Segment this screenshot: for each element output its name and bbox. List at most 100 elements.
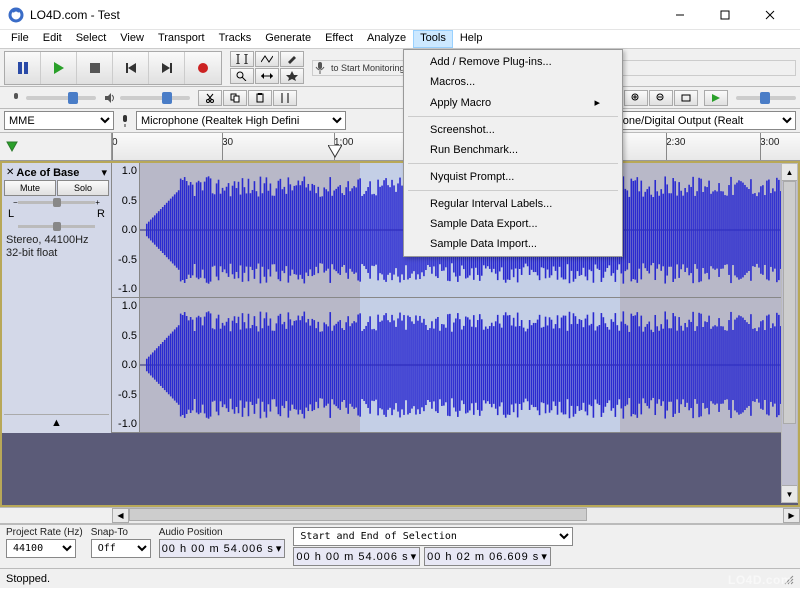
menu-effect[interactable]: Effect — [318, 30, 360, 48]
playhead-icon[interactable] — [328, 145, 342, 159]
draw-tool[interactable] — [280, 51, 304, 67]
mixer-toolbar — [0, 87, 800, 109]
copy-button[interactable] — [223, 90, 247, 106]
menu-view[interactable]: View — [113, 30, 151, 48]
selection-mode-select[interactable]: Start and End of Selection — [293, 527, 573, 546]
scroll-left-button[interactable]: ◀ — [112, 508, 129, 523]
empty-track-area[interactable] — [2, 433, 798, 505]
status-text: Stopped. — [6, 573, 50, 585]
editing-tools — [230, 51, 304, 84]
menu-help[interactable]: Help — [453, 30, 490, 48]
vertical-scrollbar[interactable]: ▲ ▼ — [781, 163, 798, 503]
menu-sample-data-import[interactable]: Sample Data Import... — [406, 234, 620, 254]
scroll-down-button[interactable]: ▼ — [782, 485, 797, 502]
audio-host-select[interactable]: MME — [4, 111, 114, 130]
record-volume[interactable] — [10, 92, 96, 104]
paste-button[interactable] — [248, 90, 272, 106]
audio-position-label: Audio Position — [159, 527, 286, 538]
waveform-right[interactable]: 1.00.50.0-0.5-1.0 — [112, 298, 798, 433]
mute-button[interactable]: Mute — [4, 180, 56, 196]
menu-tracks[interactable]: Tracks — [212, 30, 259, 48]
menu-nyquist-prompt[interactable]: Nyquist Prompt... — [406, 167, 620, 187]
menu-screenshot[interactable]: Screenshot... — [406, 120, 620, 140]
audio-position-field[interactable]: 00 h 00 m 54.006 s▾ — [159, 539, 286, 558]
project-rate-label: Project Rate (Hz) — [6, 527, 83, 538]
transport-toolbar: to Start Monitoring -18 -12 -6 0 — [0, 49, 800, 87]
gain-slider[interactable]: −+ — [4, 196, 109, 208]
zoom-out-button[interactable] — [649, 90, 673, 106]
menu-macros[interactable]: Macros... — [406, 72, 620, 92]
track-name[interactable]: Ace of Base — [16, 167, 99, 179]
track-format-label: Stereo, 44100Hz 32-bit float — [4, 232, 109, 262]
pan-l-label: L — [8, 208, 14, 220]
close-button[interactable] — [747, 0, 792, 30]
snap-to-label: Snap-To — [91, 527, 151, 538]
menu-apply-macro[interactable]: Apply Macro▸ — [406, 92, 620, 113]
play-at-speed-button[interactable] — [704, 90, 728, 106]
transport-controls — [4, 51, 222, 85]
waveform-icon — [140, 298, 798, 432]
project-rate-select[interactable]: 44100 — [6, 539, 76, 558]
input-device-select[interactable]: Microphone (Realtek High Defini — [136, 111, 346, 130]
track-close-button[interactable]: ✕ — [6, 167, 14, 178]
scroll-up-button[interactable]: ▲ — [782, 164, 797, 181]
chevron-right-icon: ▸ — [594, 96, 600, 109]
menu-file[interactable]: File — [4, 30, 36, 48]
track-menu-icon[interactable]: ▾ — [101, 166, 107, 179]
skip-start-button[interactable] — [113, 52, 149, 84]
snap-to-select[interactable]: Off — [91, 539, 151, 558]
solo-button[interactable]: Solo — [57, 180, 109, 196]
menu-regular-interval-labels[interactable]: Regular Interval Labels... — [406, 194, 620, 214]
menu-edit[interactable]: Edit — [36, 30, 69, 48]
minimize-button[interactable] — [657, 0, 702, 30]
track-collapse-button[interactable]: ▲ — [4, 414, 109, 431]
maximize-button[interactable] — [702, 0, 747, 30]
timeline-pin[interactable] — [0, 133, 112, 160]
trim-button[interactable] — [273, 90, 297, 106]
zoom-in-button[interactable] — [624, 90, 648, 106]
speaker-icon — [104, 92, 116, 104]
envelope-tool[interactable] — [255, 51, 279, 67]
vscroll-thumb[interactable] — [783, 181, 796, 424]
playback-volume[interactable] — [104, 92, 190, 104]
record-button[interactable] — [185, 52, 221, 84]
menu-separator — [408, 116, 618, 117]
play-speed-slider[interactable] — [736, 96, 796, 100]
statusbar: Stopped. — [0, 568, 800, 588]
selection-end-field[interactable]: 00 h 02 m 06.609 s▾ — [424, 547, 551, 566]
menu-analyze[interactable]: Analyze — [360, 30, 413, 48]
menu-generate[interactable]: Generate — [258, 30, 318, 48]
scroll-right-button[interactable]: ▶ — [783, 508, 800, 523]
pause-button[interactable] — [5, 52, 41, 84]
zoom-tool[interactable] — [230, 68, 254, 84]
titlebar: LO4D.com - Test — [0, 0, 800, 30]
play-button[interactable] — [41, 52, 77, 84]
selection-tool[interactable] — [230, 51, 254, 67]
window-title: LO4D.com - Test — [30, 8, 657, 22]
pan-slider[interactable] — [4, 220, 109, 232]
stop-button[interactable] — [77, 52, 113, 84]
menu-add-remove-plugins[interactable]: Add / Remove Plug-ins... — [406, 52, 620, 72]
amplitude-scale: 1.00.50.0-0.5-1.0 — [112, 298, 140, 432]
tools-dropdown: Add / Remove Plug-ins... Macros... Apply… — [403, 49, 623, 257]
menu-transport[interactable]: Transport — [151, 30, 212, 48]
menu-select[interactable]: Select — [69, 30, 114, 48]
cut-button[interactable] — [198, 90, 222, 106]
amplitude-scale: 1.00.50.0-0.5-1.0 — [112, 163, 140, 297]
menu-tools[interactable]: Tools — [413, 30, 453, 48]
multi-tool[interactable] — [280, 68, 304, 84]
hscroll-thumb[interactable] — [129, 508, 587, 521]
selection-toolbar: Project Rate (Hz) 44100 Snap-To Off Audi… — [0, 524, 800, 568]
menu-separator — [408, 190, 618, 191]
zoom-toolbar — [624, 90, 698, 106]
selection-start-field[interactable]: 00 h 00 m 54.006 s▾ — [293, 547, 420, 566]
app-logo-icon — [8, 7, 24, 23]
fit-selection-button[interactable] — [674, 90, 698, 106]
menubar: File Edit Select View Transport Tracks G… — [0, 30, 800, 49]
timeshift-tool[interactable] — [255, 68, 279, 84]
menu-run-benchmark[interactable]: Run Benchmark... — [406, 140, 620, 160]
track-control-panel: ✕ Ace of Base ▾ Mute Solo −+ L R Stereo,… — [2, 163, 112, 433]
edit-toolbar — [198, 90, 297, 106]
menu-sample-data-export[interactable]: Sample Data Export... — [406, 214, 620, 234]
skip-end-button[interactable] — [149, 52, 185, 84]
